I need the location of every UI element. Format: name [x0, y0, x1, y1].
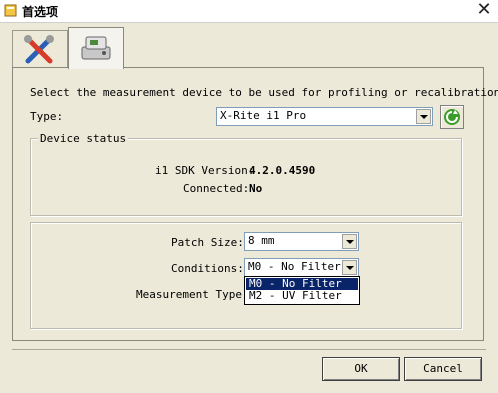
tools-icon — [24, 35, 54, 64]
sdk-version-label: i1 SDK Version: — [155, 164, 255, 177]
type-select[interactable]: X-Rite i1 Pro — [216, 107, 433, 126]
app-icon — [4, 4, 17, 17]
measurement-device-icon — [81, 36, 111, 60]
refresh-icon — [444, 109, 460, 125]
tab-general[interactable] — [12, 30, 68, 67]
chevron-down-icon[interactable] — [416, 109, 431, 124]
type-label: Type: — [30, 110, 64, 123]
window-title: 首选项 — [22, 5, 59, 19]
conditions-value: M0 - No Filter — [248, 260, 341, 273]
patch-size-value: 8 mm — [248, 234, 275, 247]
device-status-group — [30, 138, 462, 216]
connected-value: No — [249, 182, 263, 195]
patch-size-label: Patch Size: — [171, 236, 244, 249]
instruction-text: Select the measurement device to be used… — [30, 86, 498, 99]
ok-button[interactable]: OK — [322, 357, 400, 381]
footer-divider — [12, 349, 486, 350]
chevron-down-icon[interactable] — [342, 260, 357, 275]
close-button[interactable]: ✕ — [474, 0, 494, 20]
tab-device[interactable] — [68, 27, 124, 69]
conditions-option-m2[interactable]: M2 - UV Filter — [246, 290, 358, 302]
refresh-button[interactable] — [440, 105, 464, 129]
patch-size-select[interactable]: 8 mm — [244, 232, 359, 251]
conditions-select[interactable]: M0 - No Filter — [244, 258, 359, 277]
type-select-value: X-Rite i1 Pro — [220, 109, 307, 122]
cancel-button[interactable]: Cancel — [404, 357, 482, 381]
conditions-label: Conditions: — [171, 262, 244, 275]
title-bar: 首选项 ✕ — [0, 0, 498, 23]
connected-label: Connected: — [183, 182, 250, 195]
conditions-dropdown-list: M0 - No Filter M2 - UV Filter — [244, 276, 360, 305]
device-status-title: Device status — [38, 132, 129, 145]
chevron-down-icon[interactable] — [342, 234, 357, 249]
sdk-version-value: 4.2.0.4590 — [249, 164, 316, 177]
measurement-type-label: Measurement Type: — [136, 288, 249, 301]
